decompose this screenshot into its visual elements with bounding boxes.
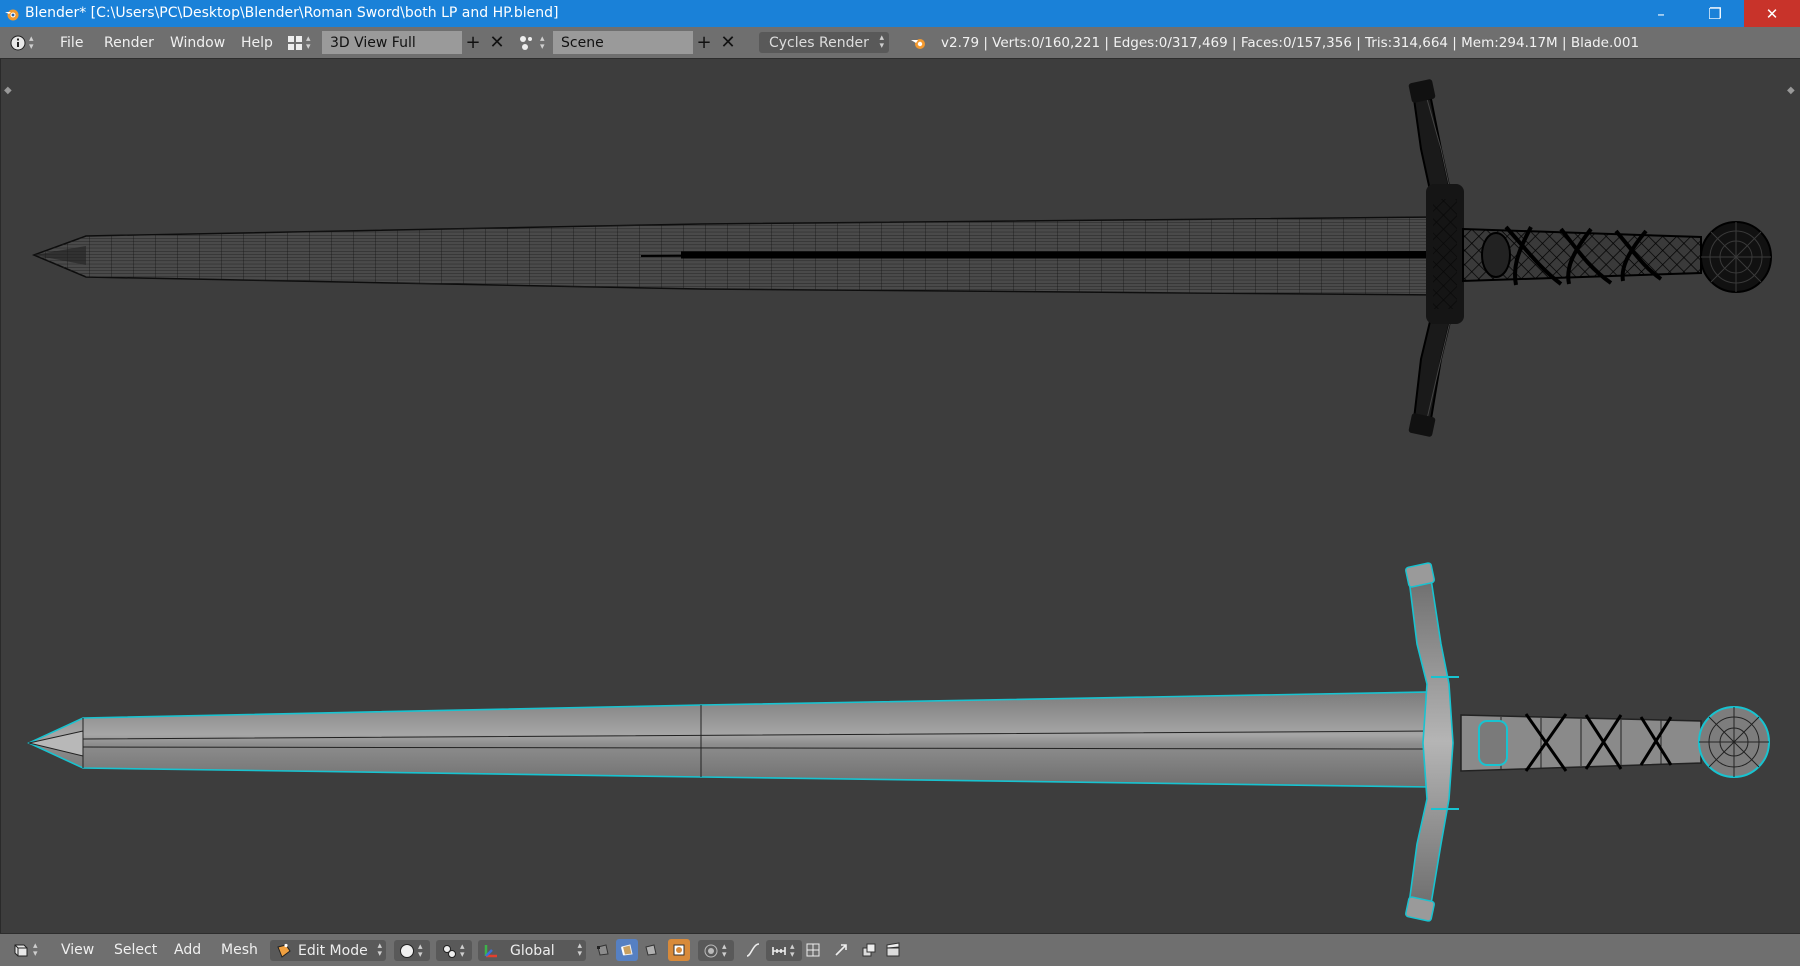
screen-layout-field[interactable]: 3D View Full — [322, 31, 462, 54]
scene-field[interactable]: Scene — [553, 31, 693, 54]
maximize-button[interactable]: ❐ — [1688, 0, 1742, 27]
editor-type-button[interactable]: ▴ ▾ — [10, 27, 44, 58]
falloff-icon — [746, 943, 760, 957]
scene-icon — [520, 35, 532, 50]
window-titlebar: Blender* [C:\Users\PC\Desktop\Blender\Ro… — [0, 0, 1800, 27]
add-screen-button[interactable]: + — [463, 27, 483, 58]
menu-mesh[interactable]: Mesh — [221, 934, 258, 966]
remove-screen-button[interactable]: ✕ — [487, 27, 507, 58]
shading-icon — [400, 943, 414, 958]
close-icon: ✕ — [489, 32, 505, 53]
proportional-editing-dropdown[interactable]: ▴ ▾ — [698, 940, 734, 961]
low-poly-sword[interactable] — [27, 562, 1770, 922]
edit-mode-icon — [277, 943, 291, 958]
opengl-render-button[interactable] — [882, 939, 904, 961]
menu-window[interactable]: Window — [170, 27, 225, 58]
info-icon — [10, 35, 26, 50]
screen-layout-icon — [288, 35, 302, 50]
clapboard-icon — [886, 942, 900, 957]
info-header: ▴ ▾ File Render Window Help ▴ ▾ 3D View Fu… — [0, 27, 1800, 59]
render-engine-dropdown[interactable]: Cycles Render ▴ ▾ — [759, 32, 889, 53]
snap-target-button[interactable] — [802, 939, 824, 961]
high-poly-sword[interactable] — [31, 79, 1772, 438]
3d-viewport[interactable]: ◆ ◆ — [0, 59, 1800, 933]
menu-help[interactable]: Help — [241, 27, 273, 58]
screen-layout-button[interactable]: ▴ ▾ — [287, 27, 321, 58]
scene-statistics: v2.79 | Verts:0/160,221 | Edges:0/317,46… — [941, 34, 1640, 51]
render-engine-label: Cycles Render — [769, 34, 869, 51]
pivot-point-dropdown[interactable]: ▴ ▾ — [436, 940, 472, 961]
view3d-icon — [14, 944, 28, 957]
menu-render[interactable]: Render — [104, 27, 154, 58]
proportional-falloff-button[interactable] — [742, 939, 764, 961]
menu-add[interactable]: Add — [174, 934, 201, 966]
close-window-button[interactable]: ✕ — [1744, 0, 1800, 27]
auto-merge-button[interactable] — [830, 939, 852, 961]
snap-element-dropdown[interactable]: ▴ ▾ — [766, 940, 802, 961]
snap-target-icon — [806, 943, 820, 957]
render-icon — [910, 27, 930, 58]
snap-icon — [772, 946, 786, 955]
menu-select[interactable]: Select — [114, 934, 157, 966]
mode-label: Edit Mode — [298, 942, 368, 959]
transform-orientation-dropdown[interactable]: Global ▴ ▾ — [478, 940, 586, 961]
menu-file[interactable]: File — [60, 27, 83, 58]
maximize-icon: ❐ — [1708, 4, 1722, 23]
minimize-button[interactable]: – — [1634, 0, 1688, 27]
edge-select-button[interactable] — [616, 939, 638, 961]
close-icon: ✕ — [720, 32, 736, 53]
occlude-icon — [673, 944, 685, 956]
face-select-icon — [645, 944, 657, 956]
occlude-geometry-button[interactable] — [668, 939, 690, 961]
auto-merge-icon — [835, 944, 847, 956]
view3d-header: ▴ ▾ View Select Add Mesh Edit Mode ▴ ▾ ▴ ▾ … — [0, 933, 1800, 966]
scene-browse-button[interactable]: ▴ ▾ — [519, 27, 553, 58]
pivot-icon — [443, 944, 456, 958]
add-icon: + — [696, 32, 712, 53]
copy-layers-button[interactable] — [858, 939, 880, 961]
blender-logo-icon — [5, 9, 19, 21]
face-select-button[interactable] — [640, 939, 662, 961]
scene-canvas — [27, 79, 1772, 922]
remove-scene-button[interactable]: ✕ — [718, 27, 738, 58]
edge-select-icon — [621, 944, 633, 956]
editor-type-button[interactable]: ▴ ▾ — [12, 934, 46, 966]
viewport-shading-dropdown[interactable]: ▴ ▾ — [394, 940, 430, 961]
vertex-select-icon — [597, 944, 609, 956]
mode-dropdown[interactable]: Edit Mode ▴ ▾ — [270, 940, 386, 961]
menu-view[interactable]: View — [61, 934, 94, 966]
copy-layers-icon — [862, 943, 876, 957]
minimize-icon: – — [1657, 4, 1665, 23]
add-scene-button[interactable]: + — [694, 27, 714, 58]
vertex-select-button[interactable] — [592, 939, 614, 961]
window-title: Blender* [C:\Users\PC\Desktop\Blender\Ro… — [25, 5, 559, 21]
add-icon: + — [465, 32, 481, 53]
close-icon: ✕ — [1765, 4, 1779, 23]
proportional-icon — [704, 944, 718, 957]
orientation-label: Global — [510, 942, 555, 959]
manipulator-icon — [484, 944, 497, 957]
